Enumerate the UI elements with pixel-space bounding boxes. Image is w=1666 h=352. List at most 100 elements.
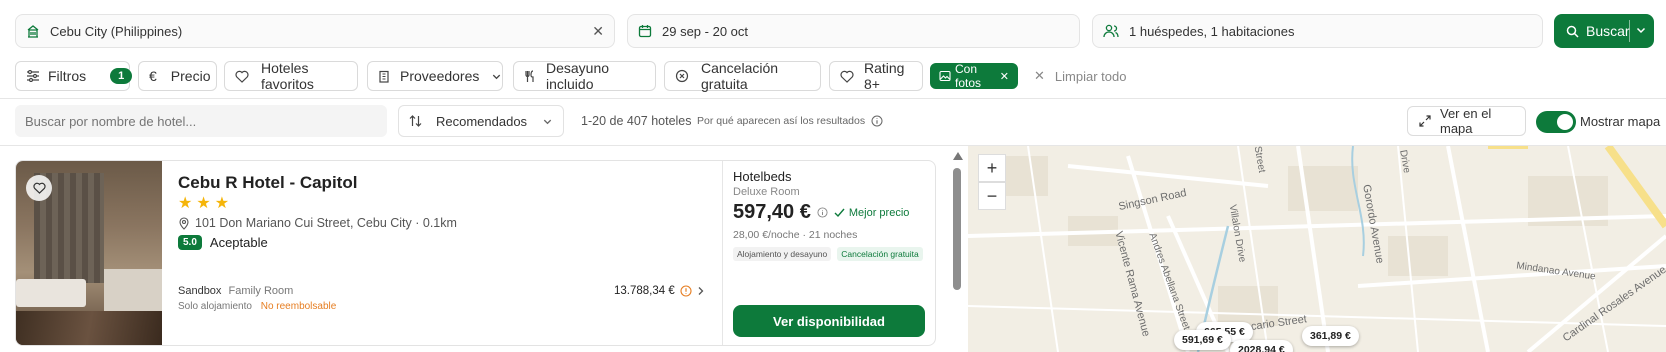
map-price-pin[interactable]: 2028,94 € [1230,340,1293,352]
show-map-toggle[interactable] [1536,111,1576,133]
heart-icon [32,182,46,194]
star-icon: ★ [178,195,197,212]
hotel-photo[interactable] [16,161,162,345]
offer-tags: Alojamiento y desayuno Cancelación gratu… [733,247,923,261]
clear-all-label: Limpiar todo [1054,68,1127,84]
alt-room-name: Family Room [228,285,294,297]
availability-button[interactable]: Ver disponibilidad [733,305,925,337]
sliders-icon [26,70,40,82]
dates-value: 29 sep - 20 oct [662,23,748,39]
building-small-icon [378,70,390,83]
alt-offer-details: Solo alojamiento No reembolsable [178,301,336,312]
sort-select[interactable]: Recomendados [398,105,564,137]
cancellation-filter-chip[interactable]: Cancelación gratuita [664,60,821,92]
map[interactable]: + − Singson Road Vicente Rama Avenue And… [968,146,1666,352]
alt-board: Solo alojamiento [178,301,252,312]
results-count: 1-20 de 407 hoteles [581,114,692,128]
image-icon [939,70,951,82]
clear-destination-icon[interactable]: ✕ [592,23,604,40]
offer-room: Deluxe Room [733,186,800,198]
show-map-label: Mostrar mapa [1580,114,1661,129]
scroll-thumb[interactable] [953,168,961,290]
warning-info-icon [680,285,692,297]
map-price-pin[interactable]: 591,69 € [1174,330,1231,350]
hotel-name[interactable]: Cebu R Hotel - Capitol [178,173,357,193]
breakfast-filter-label: Desayuno incluido [546,60,610,92]
sort-icon [409,114,422,128]
destination-field[interactable]: Cebu City (Philippines) ✕ [15,14,615,48]
zoom-out-button[interactable]: − [978,182,1006,210]
heart-icon [235,70,249,83]
score-label: Aceptable [209,235,268,250]
star-icon: ★ [214,195,234,212]
close-icon: ✕ [1034,68,1045,83]
hotel-score: 5.0 Aceptable [178,235,268,250]
availability-button-label: Ver disponibilidad [773,313,885,329]
remove-filter-icon[interactable]: ✕ [1000,70,1009,83]
dates-field[interactable]: 29 sep - 20 oct [627,14,1080,48]
photos-filter-label: Con fotos [955,62,982,90]
providers-filter-chip[interactable]: Proveedores [367,61,503,91]
hotel-address-text: 101 Don Mariano Cui Street, Cebu City · … [195,216,457,230]
alt-offer-provider: Sandbox Family Room [178,285,293,297]
hotel-name-input[interactable] [15,105,387,137]
photo-floor [16,311,162,345]
favorite-button[interactable] [26,175,52,201]
alt-price-value: 13.788,34 € [614,285,675,297]
card-divider [722,161,723,345]
destination-value: Cebu City (Philippines) [50,23,183,39]
alt-offer-price[interactable]: 13.788,34 € [614,285,705,297]
guests-field[interactable]: 1 huéspedes, 1 habitaciones [1092,14,1543,48]
score-badge: 5.0 [178,235,202,250]
hotel-card[interactable]: Cebu R Hotel - Capitol ★★★ 101 Don Maria… [15,160,936,346]
why-results-link[interactable]: Por qué aparecen así los resultados [697,115,883,127]
photos-filter-chip[interactable]: Con fotos ✕ [930,62,1018,90]
guests-value: 1 huéspedes, 1 habitaciones [1129,23,1295,39]
expand-icon [1419,115,1431,127]
sort-value: Recomendados [436,113,528,129]
filters-divider [0,98,1666,99]
providers-filter-label: Proveedores [400,68,480,84]
cancel-tag: Cancelación gratuita [837,247,923,261]
view-map-button[interactable]: Ver en el mapa [1407,106,1526,136]
why-results-label: Por qué aparecen así los resultados [697,115,866,127]
cancellation-filter-label: Cancelación gratuita [701,60,779,92]
scroll-up-arrow[interactable] [953,152,963,160]
chevron-down-icon [491,71,502,82]
chevron-down-icon [542,116,553,127]
toggle-knob [1557,114,1573,130]
star-icon: ★ [196,195,215,212]
euro-icon: € [149,68,157,84]
rating-filter-label: Rating 8+ [864,60,905,92]
map-price-pin[interactable]: 361,89 € [1302,326,1359,346]
view-map-label: Ver en el mapa [1440,106,1492,136]
favorites-filter-label: Hoteles favoritos [261,60,314,92]
hotel-stars: ★★★ [178,193,233,213]
building-icon [26,24,40,38]
breakfast-filter-chip[interactable]: Desayuno incluido [513,60,656,92]
best-price-label: Mejor precio [848,206,910,219]
search-divider [1629,20,1630,42]
offer-price: 597,40 € [733,201,811,223]
search-button-label: Buscar [1586,23,1630,39]
offer-provider: Hotelbeds [733,169,792,184]
price-per-night: 28,00 €/noche · 21 noches [733,229,858,241]
search-header: Cebu City (Philippines) ✕ 29 sep - 20 oc… [0,0,1666,146]
price-filter-chip[interactable]: € Precio [138,61,217,91]
filters-button[interactable]: Filtros 1 [15,61,133,91]
zoom-in-button[interactable]: + [978,154,1006,182]
chevron-down-icon[interactable] [1635,24,1647,36]
favorites-filter-chip[interactable]: Hoteles favoritos [224,60,358,92]
calendar-icon [638,24,652,38]
board-tag: Alojamiento y desayuno [733,247,832,261]
rating-filter-chip[interactable]: Rating 8+ [829,60,923,92]
price-filter-label: Precio [170,68,211,84]
hotel-name-search[interactable] [15,105,387,137]
clear-all-link[interactable]: ✕ Limpiar todo [1034,68,1126,84]
search-icon [1566,25,1579,38]
search-button[interactable]: Buscar [1554,14,1654,48]
chevron-right-icon [697,286,705,296]
cutlery-icon [524,69,536,83]
check-icon [834,208,845,218]
info-icon[interactable] [817,207,828,218]
